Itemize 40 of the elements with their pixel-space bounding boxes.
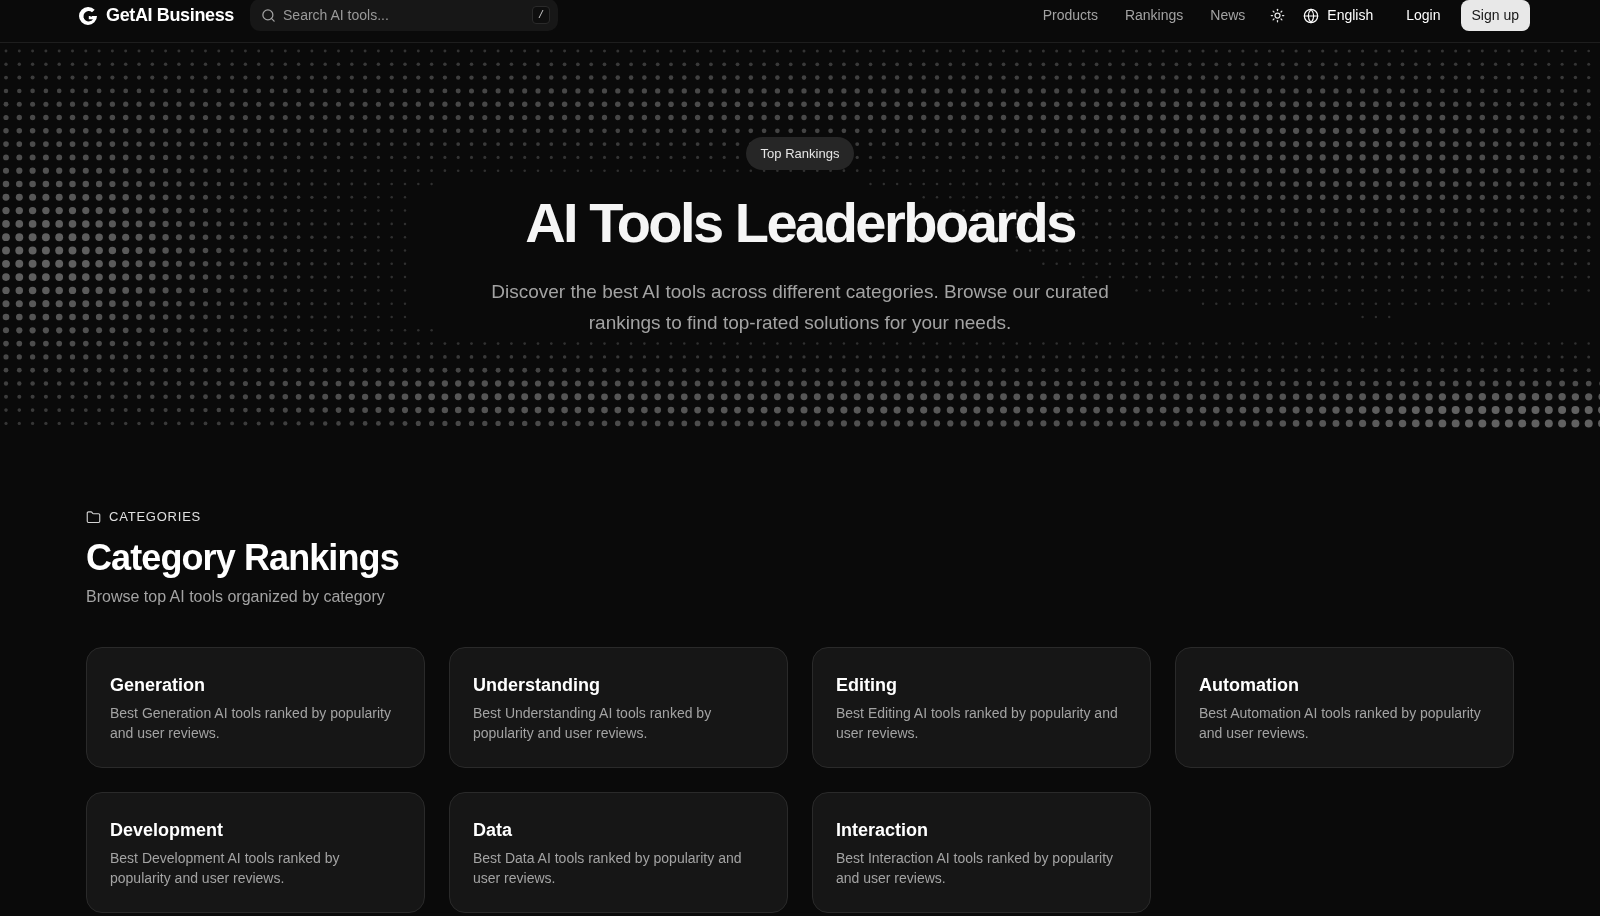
category-card[interactable]: Development Best Development AI tools ranked by popularity and user reviews. xyxy=(86,792,425,913)
card-description: Best Interaction AI tools ranked by popularity and user reviews. xyxy=(836,849,1115,888)
hero-title: AI Tools Leaderboards xyxy=(525,192,1075,254)
card-title: Generation xyxy=(110,674,207,697)
category-card[interactable]: Editing Best Editing AI tools ranked by popularity and user reviews. xyxy=(812,647,1151,768)
card-description: Best Data AI tools ranked by popularity and user reviews. xyxy=(473,849,743,888)
section-title: Category Rankings xyxy=(86,538,400,578)
login-link[interactable]: Login xyxy=(1406,5,1441,26)
card-description: Best Generation AI tools ranked by popularity and user reviews. xyxy=(110,704,392,743)
language-selector[interactable]: English xyxy=(1301,1,1376,30)
nav-link[interactable]: Rankings xyxy=(1124,5,1184,26)
nav-link[interactable]: Products xyxy=(1042,5,1098,26)
card-title: Interaction xyxy=(836,819,929,842)
card-description: Best Development AI tools ranked by popularity and user reviews. xyxy=(110,849,341,888)
sign-up-button[interactable]: Sign up xyxy=(1460,0,1530,31)
section-eyebrow: CATEGORIES xyxy=(109,508,202,526)
logo-icon xyxy=(78,5,98,26)
category-card[interactable]: Automation Best Automation AI tools ranked by popularity and user reviews. xyxy=(1175,647,1514,768)
nav-link[interactable]: News xyxy=(1210,5,1246,26)
sun-icon xyxy=(1269,8,1285,23)
card-title: Development xyxy=(110,819,225,842)
card-description: Best Automation AI tools ranked by popularity and user reviews. xyxy=(1199,704,1482,743)
card-description: Best Understanding AI tools ranked by popularity and user reviews. xyxy=(473,704,713,743)
card-title: Editing xyxy=(836,674,898,697)
search-icon xyxy=(261,7,276,23)
brand-name[interactable]: GetAI Business xyxy=(106,2,234,29)
folder-icon xyxy=(86,509,101,525)
shortcut-key: / xyxy=(532,6,550,24)
card-description: Best Editing AI tools ranked by popularity and user reviews. xyxy=(836,704,1119,743)
card-title: Understanding xyxy=(473,674,601,697)
category-card[interactable]: Understanding Best Understanding AI tools ranked by popularity and user reviews. xyxy=(449,647,788,768)
category-card[interactable]: Interaction Best Interaction AI tools ranked by popularity and user reviews. xyxy=(812,792,1151,913)
section-subtitle: Browse top AI tools organized by category xyxy=(86,587,386,607)
category-card[interactable]: Generation Best Generation AI tools ranked by popularity and user reviews. xyxy=(86,647,425,768)
hero-badge: Top Rankings xyxy=(745,137,855,170)
card-title: Automation xyxy=(1199,674,1300,697)
category-card[interactable]: Data Best Data AI tools ranked by popularity and user reviews. xyxy=(449,792,788,913)
card-title: Data xyxy=(473,819,513,842)
hero-subtitle: Discover the best AI tools across different categories. Browse our curated rankings to find top-rated solutions for your needs. xyxy=(490,280,1110,335)
globe-icon xyxy=(1303,7,1320,24)
